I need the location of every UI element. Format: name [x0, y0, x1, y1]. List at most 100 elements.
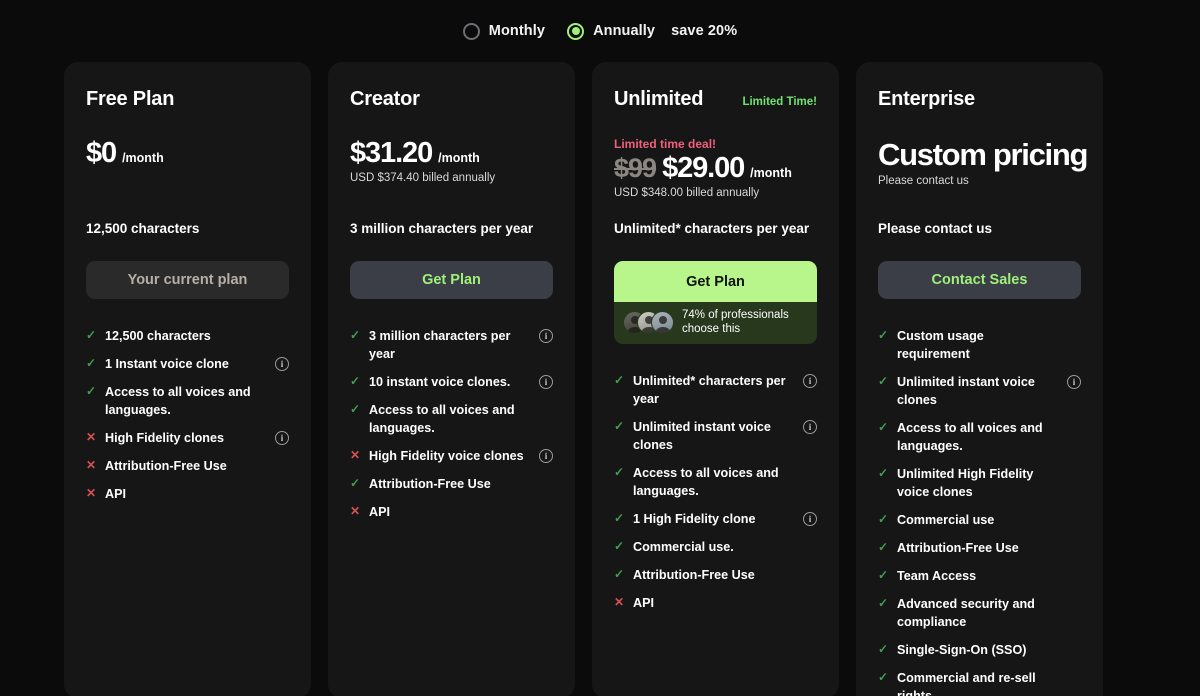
info-icon[interactable]: i: [275, 431, 289, 445]
check-icon: ✓: [878, 513, 889, 525]
plan-name: Creator: [350, 88, 420, 111]
card-header: Creator: [350, 88, 553, 112]
price-amount: Custom pricing: [878, 137, 1087, 173]
price-amount: $0: [86, 137, 116, 170]
billing-option-annually-label: Annually: [593, 23, 655, 39]
price-period: /month: [122, 151, 164, 165]
info-icon[interactable]: i: [803, 374, 817, 388]
feature-label: Advanced security and compliance: [897, 595, 1059, 631]
pricing-card-free-plan: Free Plan $0 /month 12,500 characters Yo…: [64, 62, 311, 696]
info-icon[interactable]: i: [803, 420, 817, 434]
feature-item: ✓ Custom usage requirement: [878, 327, 1081, 363]
feature-label: Commercial use.: [633, 538, 795, 556]
info-icon[interactable]: i: [803, 512, 817, 526]
feature-label: Access to all voices and languages.: [897, 419, 1059, 455]
feature-label: Unlimited instant voice clones: [897, 373, 1059, 409]
feature-label: Commercial and re-sell rights: [897, 669, 1059, 696]
feature-label: 12,500 characters: [105, 327, 267, 345]
billing-option-monthly-label: Monthly: [489, 23, 545, 39]
feature-label: Attribution-Free Use: [105, 457, 267, 475]
check-icon: ✓: [878, 467, 889, 479]
check-icon: ✓: [614, 466, 625, 478]
check-icon: ✓: [878, 569, 889, 581]
feature-item: ✓ Access to all voices and languages.: [350, 401, 553, 437]
social-proof-text: 74% of professionals choose this: [682, 308, 808, 337]
price-block: Custom pricing Please contact us: [878, 137, 1081, 199]
billing-option-annually[interactable]: Annually: [567, 23, 655, 40]
price-amount: $29.00: [662, 152, 744, 185]
billing-option-monthly[interactable]: Monthly: [463, 23, 545, 40]
feature-item: ✓ Team Access: [878, 567, 1081, 585]
cross-icon: ✕: [86, 459, 97, 471]
check-icon: ✓: [614, 512, 625, 524]
check-icon: ✓: [350, 477, 361, 489]
contact-sales-button[interactable]: Contact Sales: [878, 261, 1081, 299]
price-original-strikethrough: $99: [614, 153, 656, 184]
feature-label: Attribution-Free Use: [369, 475, 531, 493]
feature-item: ✓ Single-Sign-On (SSO): [878, 641, 1081, 659]
current-plan-button[interactable]: Your current plan: [86, 261, 289, 299]
card-header: Enterprise: [878, 88, 1081, 112]
info-icon[interactable]: i: [539, 329, 553, 343]
feature-item: ✓ Unlimited instant voice clones i: [878, 373, 1081, 409]
feature-item: ✓ 3 million characters per year i: [350, 327, 553, 363]
price-billing-note: USD $374.40 billed annually: [350, 172, 553, 184]
price-amount: $31.20: [350, 137, 432, 170]
check-icon: ✓: [86, 385, 97, 397]
feature-item: ✓ 1 Instant voice clone i: [86, 355, 289, 373]
info-icon[interactable]: i: [539, 375, 553, 389]
avatar-group: [623, 311, 674, 334]
price-row: $31.20 /month: [350, 137, 553, 170]
feature-item: ✕ API: [86, 485, 289, 503]
pricing-card-creator: Creator $31.20 /month USD $374.40 billed…: [328, 62, 575, 696]
feature-item: ✓ 1 High Fidelity clone i: [614, 510, 817, 528]
avatar: [651, 311, 674, 334]
pricing-card-enterprise: Enterprise Custom pricing Please contact…: [856, 62, 1103, 696]
feature-item: ✕ High Fidelity voice clones i: [350, 447, 553, 465]
feature-list: ✓ Custom usage requirement ✓ Unlimited i…: [878, 327, 1081, 696]
feature-label: Commercial use: [897, 511, 1059, 529]
check-icon: ✓: [878, 671, 889, 683]
plan-quota: Unlimited* characters per year: [614, 221, 817, 239]
cross-icon: ✕: [86, 431, 97, 443]
check-icon: ✓: [614, 420, 625, 432]
feature-item: ✓ Unlimited High Fidelity voice clones: [878, 465, 1081, 501]
radio-annually-icon[interactable]: [567, 23, 584, 40]
feature-label: 3 million characters per year: [369, 327, 531, 363]
feature-label: Custom usage requirement: [897, 327, 1059, 363]
feature-item: ✓ Advanced security and compliance: [878, 595, 1081, 631]
feature-label: Unlimited instant voice clones: [633, 418, 795, 454]
check-icon: ✓: [350, 375, 361, 387]
plan-name: Free Plan: [86, 88, 174, 111]
save-note: save 20%: [671, 23, 737, 39]
pricing-page: Monthly Annually save 20% Free Plan $0 /…: [0, 0, 1200, 696]
feature-label: API: [633, 594, 795, 612]
feature-label: 10 instant voice clones.: [369, 373, 531, 391]
feature-label: API: [105, 485, 267, 503]
feature-item: ✓ Access to all voices and languages.: [878, 419, 1081, 455]
social-proof-banner: 74% of professionals choose this: [614, 302, 817, 344]
feature-item: ✓ Commercial use: [878, 511, 1081, 529]
feature-label: 1 High Fidelity clone: [633, 510, 795, 528]
info-icon[interactable]: i: [1067, 375, 1081, 389]
price-block: $31.20 /month USD $374.40 billed annuall…: [350, 137, 553, 199]
feature-label: Access to all voices and languages.: [369, 401, 531, 437]
check-icon: ✓: [350, 329, 361, 341]
info-icon[interactable]: i: [275, 357, 289, 371]
feature-item: ✓ Commercial use.: [614, 538, 817, 556]
billing-period-toggle: Monthly Annually save 20%: [0, 0, 1200, 62]
check-icon: ✓: [614, 540, 625, 552]
limited-time-badge: Limited Time!: [742, 96, 817, 108]
feature-item: ✕ High Fidelity clones i: [86, 429, 289, 447]
get-plan-button[interactable]: Get Plan: [350, 261, 553, 299]
feature-label: High Fidelity voice clones: [369, 447, 531, 465]
info-icon[interactable]: i: [539, 449, 553, 463]
check-icon: ✓: [878, 643, 889, 655]
feature-item: ✕ API: [350, 503, 553, 521]
radio-monthly-icon[interactable]: [463, 23, 480, 40]
price-row: Custom pricing: [878, 137, 1081, 173]
card-header: Free Plan: [86, 88, 289, 112]
pricing-card-unlimited: Unlimited Limited Time! Limited time dea…: [592, 62, 839, 696]
feature-label: Access to all voices and languages.: [633, 464, 795, 500]
get-plan-button[interactable]: Get Plan: [614, 261, 817, 302]
